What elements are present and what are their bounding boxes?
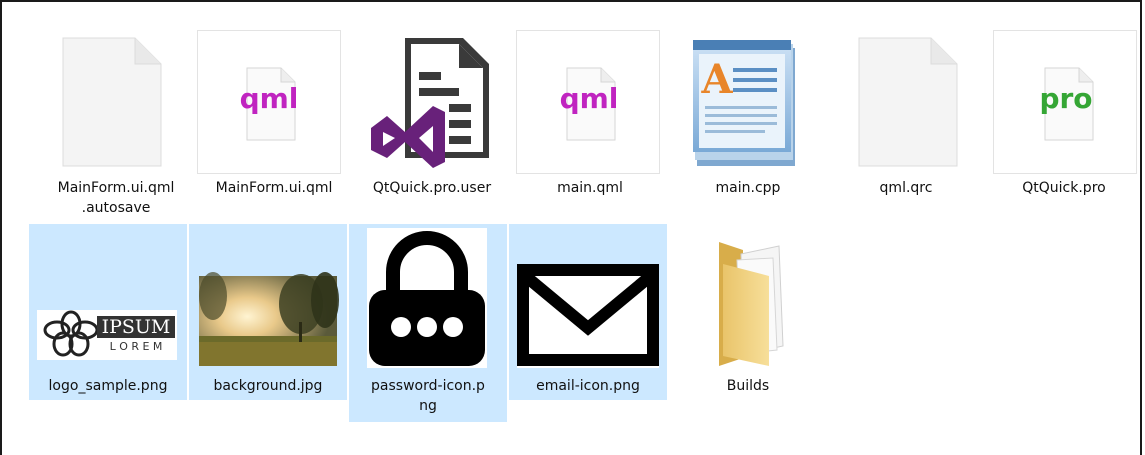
blank-file-icon [858,37,958,167]
file-name: main.qml [557,180,623,196]
file-item-mainform-autosave[interactable]: MainForm.ui.qml .autosave [37,28,195,224]
file-item-logo-sample[interactable]: IPSUM L O R E M logo_sample.png [29,224,187,400]
file-name: password-icon.p ng [371,378,485,414]
file-name: QtQuick.pro [1022,180,1106,196]
file-name: background.jpg [213,378,323,394]
visual-studio-file-icon [371,38,489,168]
file-item-password-icon[interactable]: password-icon.p ng [349,224,507,422]
wordpad-document-icon [693,40,795,166]
pro-badge: pro [1039,82,1093,115]
blank-file-icon [62,37,162,167]
file-item-qtquick-pro[interactable]: pro QtQuick.pro [985,28,1143,224]
file-name: qml.qrc [879,180,933,196]
file-name: QtQuick.pro.user [372,180,492,196]
file-item-background[interactable]: background.jpg [189,224,347,400]
file-item-email-icon[interactable]: email-icon.png [509,224,667,400]
logo-text-lorem: L O R E M [109,340,163,353]
file-item-qtquick-pro-user[interactable]: QtQuick.pro.user [353,28,511,224]
file-item-main-qml[interactable]: qml main.qml [511,28,669,224]
file-explorer-view: MainForm.ui.qml .autosave qml MainForm.u… [0,0,1142,455]
file-item-qml-qrc[interactable]: qml.qrc [827,28,985,224]
file-item-main-cpp[interactable]: A main.cpp [669,28,827,224]
file-name: email-icon.png [536,378,640,394]
file-name: logo_sample.png [48,378,168,394]
file-item-builds-folder[interactable]: Builds [669,224,827,400]
logo-text-ipsum: IPSUM [101,316,171,338]
file-name: MainForm.ui.qml [215,180,333,196]
file-name: Builds [726,378,770,394]
qml-badge: qml [239,82,299,115]
padlock-icon [367,228,487,368]
file-name: main.cpp [715,180,781,196]
folder-icon [719,242,784,366]
file-name: MainForm.ui.qml .autosave [57,180,175,216]
file-item-mainform-qml[interactable]: qml MainForm.ui.qml [195,28,353,224]
wordpad-letter: A [701,56,733,103]
envelope-icon [517,264,659,368]
sunset-photo-thumbnail [199,272,339,366]
qml-badge: qml [559,82,619,115]
